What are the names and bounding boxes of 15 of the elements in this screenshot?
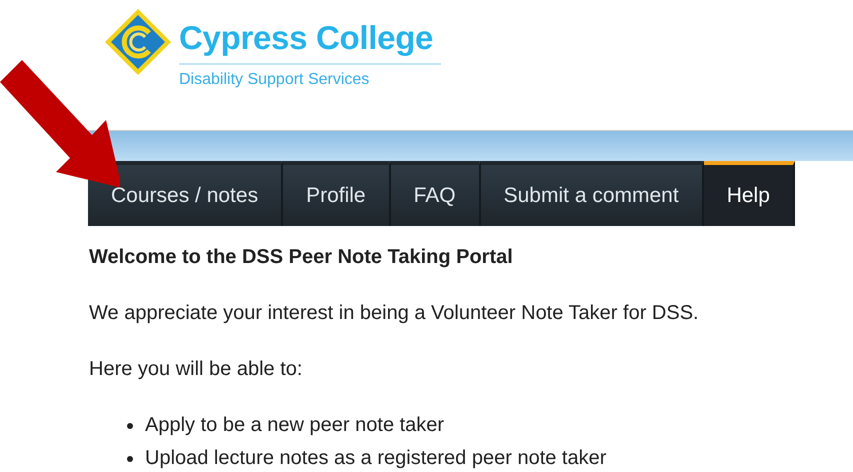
nav-tab[interactable]: Help <box>704 161 795 226</box>
intro-paragraph: Here you will be able to: <box>89 358 304 381</box>
welcome-heading: Welcome to the DSS Peer Note Taking Portal <box>89 246 514 269</box>
department-subtitle: Disability Support Services <box>179 71 370 89</box>
college-title: Cypress College <box>179 19 441 65</box>
nav-tab[interactable]: FAQ <box>390 161 481 226</box>
bullet-icon <box>127 422 133 428</box>
bullet-icon <box>127 456 133 462</box>
list-item-text: Upload lecture notes as a registered peer note taker <box>145 447 606 470</box>
nav-tab[interactable]: Courses / notes <box>88 161 284 226</box>
college-logo-icon <box>103 7 173 77</box>
intro-paragraph: We appreciate your interest in being a Volunteer Note Taker for DSS. <box>89 302 700 325</box>
list-item-text: Apply to be a new peer note taker <box>145 414 444 437</box>
nav-tab[interactable]: Submit a comment <box>480 161 704 226</box>
nav-tab[interactable]: Profile <box>283 161 391 226</box>
